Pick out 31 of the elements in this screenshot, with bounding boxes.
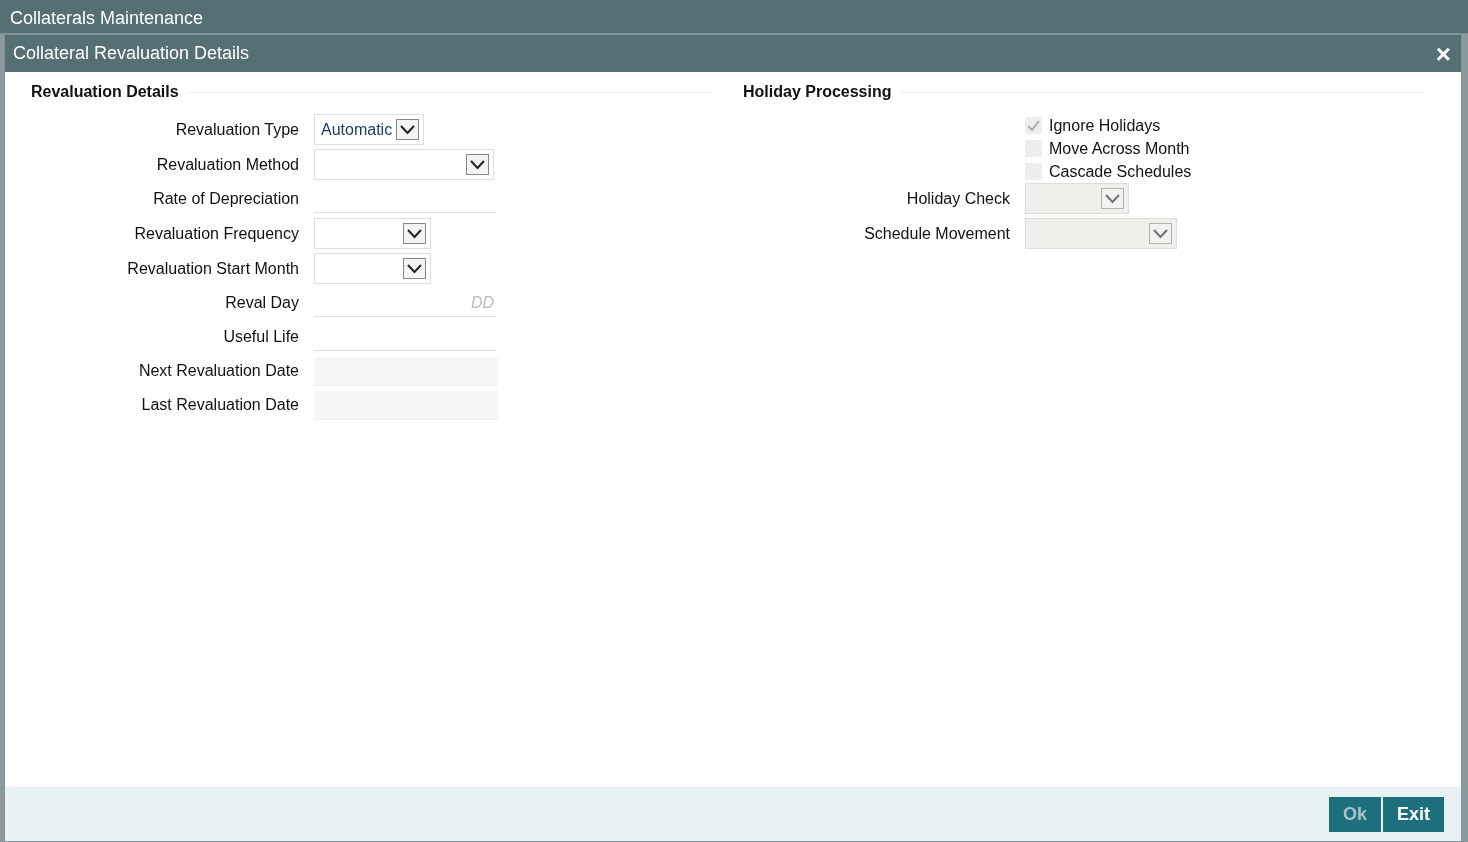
checkbox-label: Ignore Holidays xyxy=(1049,115,1161,136)
field-label: Rate of Depreciation xyxy=(152,189,299,209)
field-label: Revaluation Frequency xyxy=(133,223,299,244)
dropdown-value: Automatic xyxy=(321,119,393,140)
dropdown[interactable] xyxy=(314,218,431,249)
section-title: Revaluation Details xyxy=(31,82,179,102)
caret-icon xyxy=(403,223,426,244)
caret-icon xyxy=(403,258,426,279)
caret-icon xyxy=(1149,223,1172,244)
app-title: Collaterals Maintenance xyxy=(10,8,204,28)
caret-icon xyxy=(396,119,419,140)
section-title: Holiday Processing xyxy=(743,82,892,102)
field-label: Next Revaluation Date xyxy=(137,361,299,381)
dropdown[interactable] xyxy=(314,149,494,180)
field-label: Last Revaluation Date xyxy=(140,395,299,415)
field-label: Reval Day xyxy=(224,293,299,313)
dialog-title: Collateral Revaluation Details xyxy=(13,42,250,65)
field-label: Revaluation Start Month xyxy=(126,258,299,279)
field-label: Revaluation Method xyxy=(155,154,299,175)
caret-icon xyxy=(1101,188,1124,209)
dropdown[interactable]: Automatic xyxy=(314,114,424,145)
field-label: Holiday Check xyxy=(905,188,1010,209)
field-label: Revaluation Type xyxy=(174,119,299,140)
caret-icon xyxy=(466,154,489,175)
checkbox-label: Cascade Schedules xyxy=(1049,161,1192,182)
dialog-button[interactable]: Exit xyxy=(1383,796,1444,832)
dropdown[interactable] xyxy=(314,253,431,284)
close-button[interactable]: × xyxy=(1433,40,1453,67)
checkbox-label: Move Across Month xyxy=(1049,138,1190,159)
field-label: Useful Life xyxy=(222,327,299,347)
field-label: Schedule Movement xyxy=(863,223,1010,244)
